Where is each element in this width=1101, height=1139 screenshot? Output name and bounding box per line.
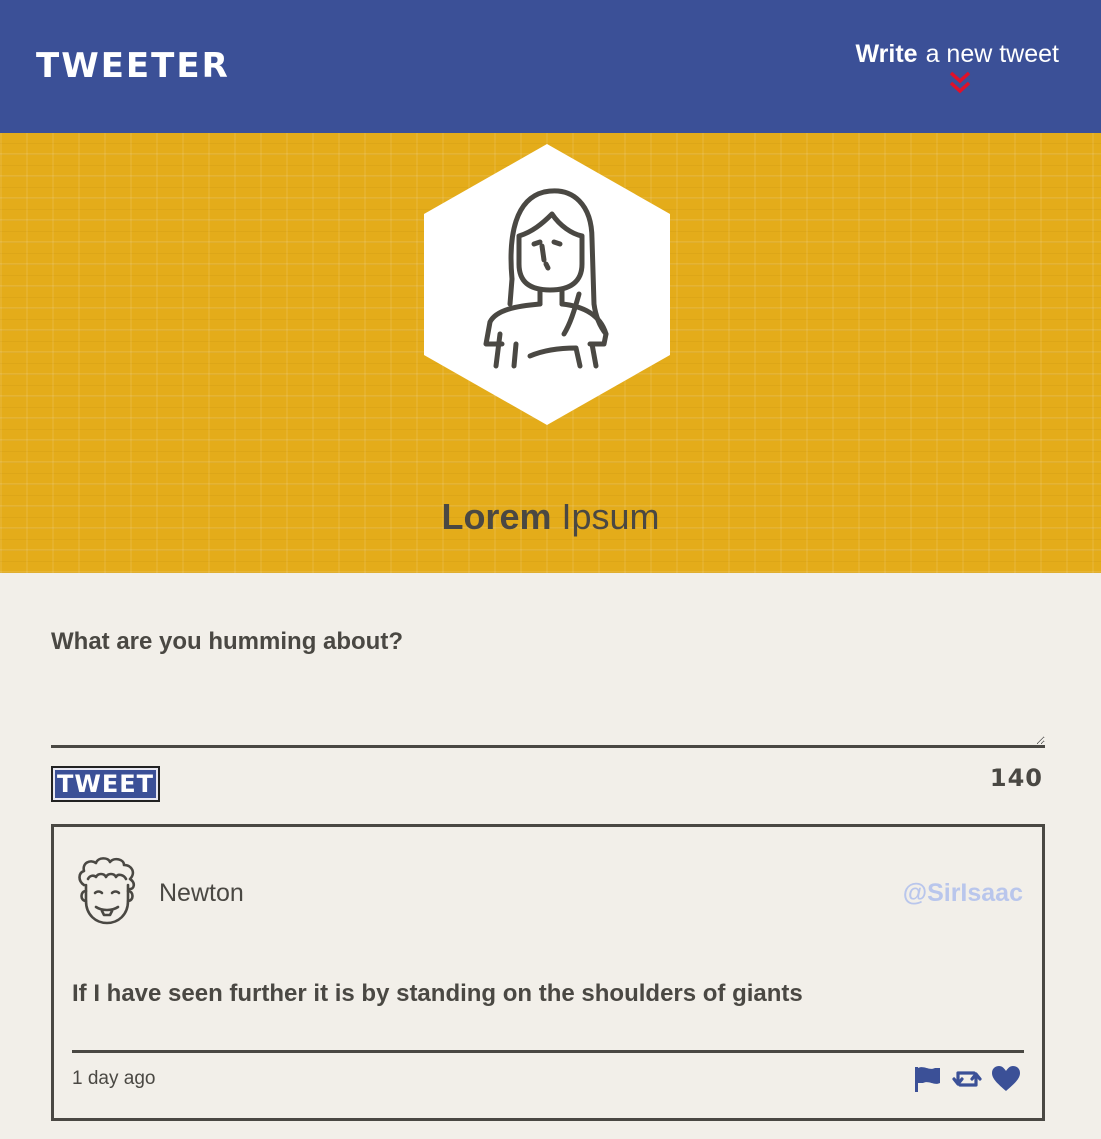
profile-last-name: Ipsum (561, 496, 660, 537)
chevron-double-down-icon[interactable] (948, 70, 972, 96)
tweet-author-name[interactable]: Newton (159, 879, 244, 908)
newton-avatar-icon (78, 857, 136, 925)
tweet-button[interactable]: TWEET (51, 766, 160, 802)
profile-avatar (424, 144, 670, 425)
profile-banner: Lorem Ipsum (0, 133, 1101, 573)
profile-first-name: Lorem (441, 496, 552, 537)
tweet-timestamp: 1 day ago (72, 1068, 156, 1089)
tweet-card: Newton @SirIsaac If I have seen further … (51, 824, 1045, 1121)
character-counter: 140 (989, 764, 1043, 792)
retweet-icon[interactable] (952, 1065, 982, 1093)
tweet-author-handle[interactable]: @SirIsaac (903, 879, 1023, 908)
flag-icon[interactable] (913, 1065, 943, 1093)
heart-icon[interactable] (991, 1065, 1021, 1093)
compose-label: What are you humming about? (51, 628, 403, 655)
tweet-body: If I have seen further it is by standing… (72, 980, 803, 1007)
tweet-actions (913, 1064, 1021, 1094)
profile-name: Lorem Ipsum (0, 496, 1101, 538)
tweet-textarea[interactable] (51, 668, 1045, 748)
write-new-tweet-link[interactable]: Write a new tweet (856, 40, 1059, 69)
brand-logo[interactable]: TWEETER (36, 46, 230, 86)
write-label: Write (855, 40, 918, 68)
new-tweet-label: a new tweet (925, 40, 1059, 68)
top-nav: TWEETER Write a new tweet (0, 0, 1101, 133)
tweet-divider (72, 1050, 1024, 1053)
